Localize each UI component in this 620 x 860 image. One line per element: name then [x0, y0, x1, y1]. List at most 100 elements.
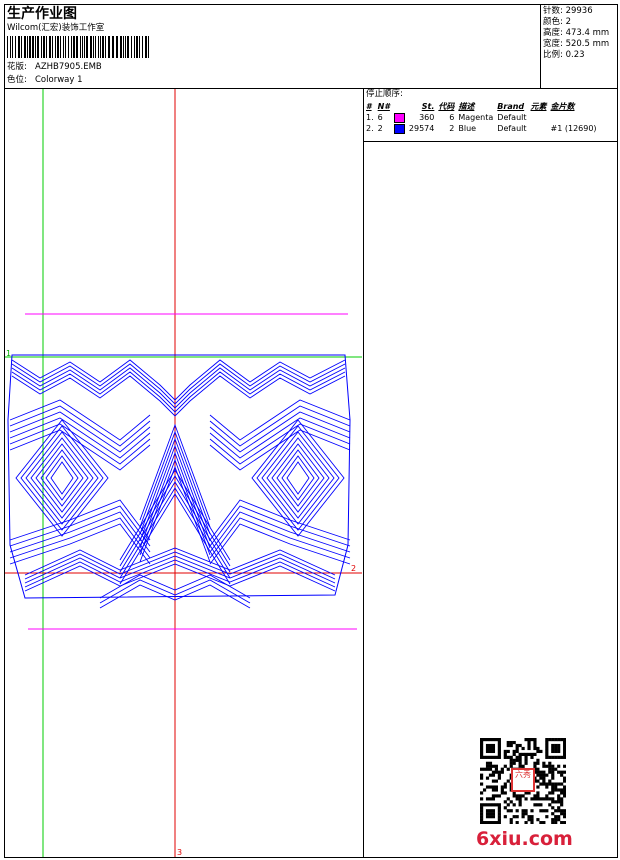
qr-module: [545, 794, 549, 798]
qr-module: [560, 788, 564, 792]
qr-module: [506, 743, 510, 748]
qr-module: [480, 746, 484, 751]
qr-module: [563, 764, 566, 768]
qr-module: [485, 821, 490, 824]
qr-module: [536, 761, 540, 765]
qr-module: [509, 743, 513, 748]
qr-module: [554, 738, 558, 742]
qr-module: [503, 782, 507, 786]
qr-module: [506, 755, 510, 759]
qr-module: [551, 773, 555, 777]
qr-module: [563, 776, 566, 780]
qr-module: [545, 749, 549, 754]
qr-module: [542, 764, 546, 768]
qr-module: [551, 800, 555, 804]
qr-module: [521, 794, 525, 798]
qr-module: [503, 755, 507, 759]
qr-module: [488, 773, 493, 777]
qr-module: [491, 770, 496, 774]
qr-module: [485, 749, 490, 754]
qr-module: [494, 794, 498, 798]
qr-module: [491, 764, 496, 768]
qr-module: [503, 815, 507, 819]
qr-module: [551, 746, 555, 751]
qr-module: [515, 794, 519, 798]
qr-module: [491, 779, 496, 783]
qr-module: [563, 821, 566, 824]
qr-module: [533, 740, 537, 745]
qr-module: [560, 812, 564, 816]
qr-module: [515, 758, 519, 762]
qr-module: [560, 755, 564, 759]
qr-module: [515, 743, 519, 748]
qr-module: [506, 779, 510, 783]
stitch-diamond: [25, 431, 99, 525]
qr-module: [494, 770, 498, 774]
qr-module: [524, 821, 528, 824]
qr-module: [554, 767, 558, 771]
qr-module: [551, 812, 555, 816]
qr-module: [560, 821, 564, 824]
watermark-site: 6xiu.com: [476, 828, 573, 850]
qr-module: [551, 767, 555, 771]
qr-module: [480, 782, 484, 786]
qr-module: [539, 797, 543, 801]
qr-module: [509, 800, 513, 804]
qr-module: [560, 738, 564, 742]
qr-module: [539, 782, 543, 786]
qr-module: [545, 809, 549, 813]
qr-module: [539, 749, 543, 754]
qr-module: [497, 818, 501, 822]
qr-module: [485, 785, 490, 789]
qr-module: [545, 752, 549, 756]
qr-module: [503, 791, 507, 795]
qr-module: [530, 738, 534, 742]
qr-module: [551, 743, 555, 748]
qr-module: [539, 809, 543, 813]
qr-module: [512, 752, 516, 756]
qr-module: [509, 761, 513, 765]
qr-module: [503, 752, 507, 756]
qr-module: [512, 740, 516, 745]
qr-module: [545, 746, 549, 751]
qr-module: [512, 794, 516, 798]
qr-module: [548, 738, 552, 742]
qr-module: [491, 785, 496, 789]
qr-module: [503, 800, 507, 804]
qr-module: [518, 761, 522, 765]
qr-module: [524, 761, 528, 765]
stitch-line: [11, 359, 346, 401]
qr-module: [539, 776, 543, 780]
qr-module: [497, 812, 501, 816]
qr-module: [524, 758, 528, 762]
qr-module: [482, 767, 487, 771]
qr-module: [488, 812, 493, 816]
qr-module: [545, 773, 549, 777]
watermark-stamp: 六秀: [511, 768, 535, 792]
qr-module: [560, 782, 564, 786]
qr-module: [554, 815, 558, 819]
qr-module: [542, 797, 546, 801]
qr-module: [488, 767, 493, 771]
qr-module: [533, 803, 537, 807]
qr-module: [548, 803, 552, 807]
qr-module: [551, 764, 555, 768]
qr-module: [536, 758, 540, 762]
qr-module: [506, 767, 510, 771]
qr-module: [536, 791, 540, 795]
qr-module: [524, 755, 528, 759]
qr-module: [554, 746, 558, 751]
qr-module: [480, 767, 484, 771]
qr-module: [515, 821, 519, 824]
qr-module: [480, 755, 484, 759]
qr-module: [560, 800, 564, 804]
qr-module: [554, 809, 558, 813]
qr-module: [548, 764, 552, 768]
qr-module: [491, 749, 496, 754]
qr-module: [560, 809, 564, 813]
qr-module: [557, 797, 561, 801]
qr-module: [518, 755, 522, 759]
qr-module: [518, 800, 522, 804]
qr-module: [494, 764, 498, 768]
qr-module: [497, 794, 501, 798]
